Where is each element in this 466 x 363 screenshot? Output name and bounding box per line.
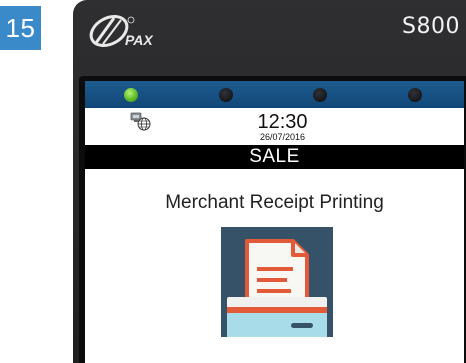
status-message: Merchant Receipt Printing	[165, 192, 384, 213]
pax-logo: PAX	[89, 14, 154, 48]
pos-terminal: PAX S800 12:30 26/07/2016 SALE Merchant …	[73, 0, 466, 363]
screen-bezel: 12:30 26/07/2016 SALE Merchant Receipt P…	[79, 76, 466, 363]
brand-name: PAX	[125, 32, 154, 48]
status-bar: 12:30 26/07/2016	[85, 108, 464, 145]
led-indicator-bar	[85, 81, 464, 108]
model-name: S800	[402, 14, 460, 39]
screen-title: SALE	[85, 145, 464, 169]
led-indicator-2	[219, 88, 233, 102]
led-indicator-3	[313, 88, 327, 102]
terminal-screen: 12:30 26/07/2016 SALE Merchant Receipt P…	[85, 81, 464, 363]
receipt-printer-icon	[221, 227, 333, 337]
step-number: 15	[5, 12, 36, 43]
clock-time: 12:30	[257, 111, 308, 133]
led-indicator-4	[408, 88, 422, 102]
step-number-badge: 15	[0, 6, 41, 50]
led-indicator-1	[124, 88, 138, 102]
clock-date: 26/07/2016	[259, 132, 306, 142]
